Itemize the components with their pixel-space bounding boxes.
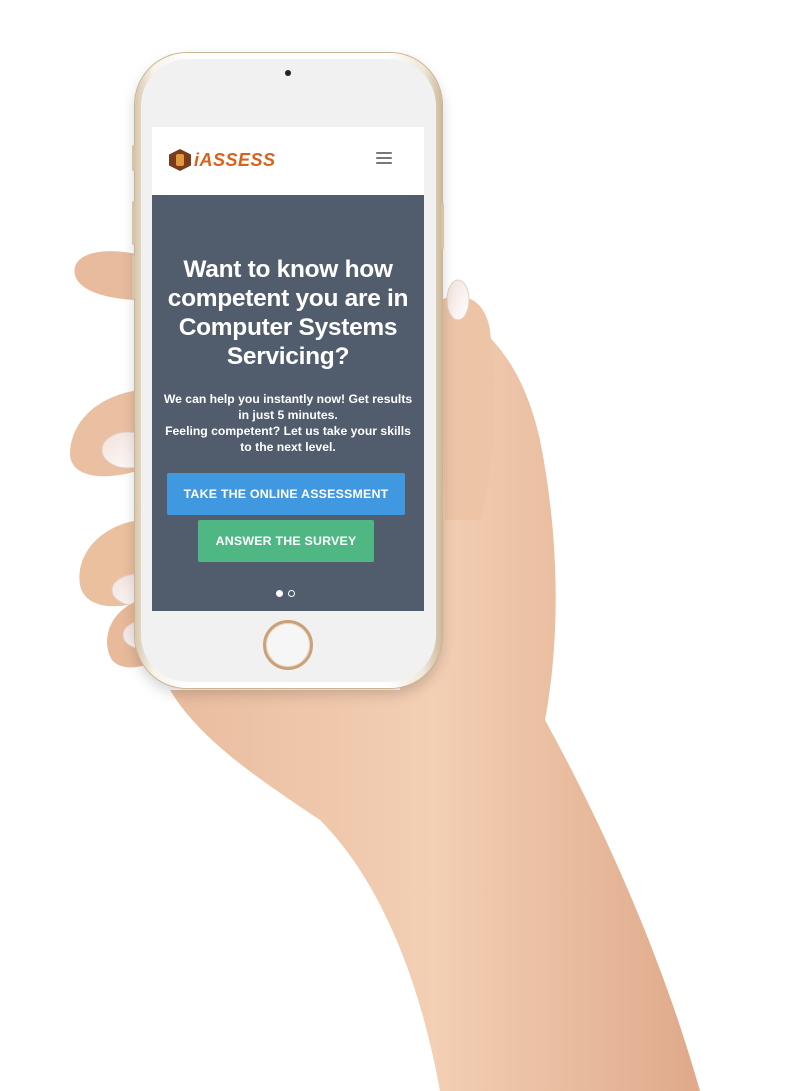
logo-mark-core <box>176 154 184 166</box>
volume-up-button[interactable] <box>132 201 135 245</box>
menu-bar <box>376 157 392 159</box>
take-assessment-button[interactable]: TAKE THE ONLINE ASSESSMENT <box>167 473 405 515</box>
hero-description-line-2: Feeling competent? Let us take your skil… <box>165 424 411 454</box>
hamburger-menu-icon[interactable] <box>376 149 394 165</box>
logo-text: iASSESS <box>194 149 276 170</box>
hero-description-line-1: We can help you instantly now! Get resul… <box>163 392 413 422</box>
mute-switch[interactable] <box>132 145 135 171</box>
phone-screen: iASSESS Want to know how competent you a… <box>152 127 424 611</box>
menu-bar <box>376 152 392 154</box>
navbar: iASSESS <box>152 127 424 195</box>
volume-down-button[interactable] <box>132 255 135 299</box>
power-button[interactable] <box>441 203 444 249</box>
carousel-dot-2[interactable] <box>288 590 295 597</box>
hero-title: Want to know how competent you are in Co… <box>167 256 409 370</box>
menu-bar <box>376 162 392 164</box>
proximity-sensor-icon <box>285 70 291 76</box>
carousel-indicators <box>276 590 295 597</box>
hero-carousel: Want to know how competent you are in Co… <box>152 195 424 611</box>
answer-survey-button[interactable]: ANSWER THE SURVEY <box>198 520 374 562</box>
hexagon-logo-icon <box>169 149 191 171</box>
logo[interactable]: iASSESS <box>169 149 276 171</box>
carousel-dot-1[interactable] <box>276 590 283 597</box>
hero-description: We can help you instantly now! Get resul… <box>158 391 418 455</box>
home-button[interactable] <box>263 620 313 670</box>
